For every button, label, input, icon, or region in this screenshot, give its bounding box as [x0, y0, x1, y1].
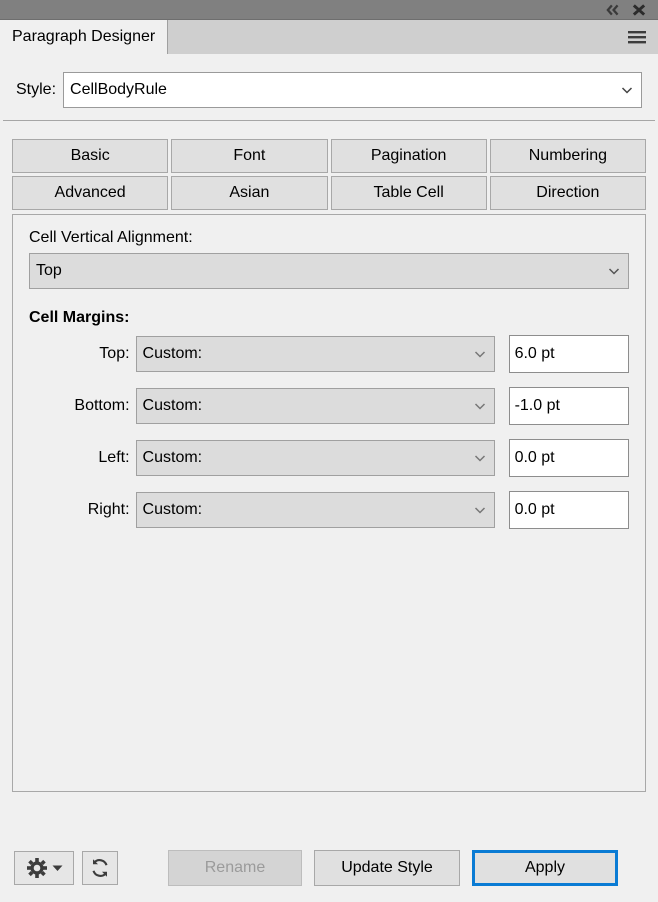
cell-margin-right-label: Right: [87, 501, 130, 518]
cell-margin-top-value: 6.0 pt [514, 345, 555, 362]
tab-table-cell[interactable]: Table Cell [330, 176, 487, 210]
style-row: Style: CellBodyRule [0, 54, 658, 108]
panel-tabbar: Paragraph Designer [0, 20, 658, 54]
tab-numbering[interactable]: Numbering [489, 139, 646, 173]
chevron-down-icon [474, 403, 485, 410]
chevron-down-icon [608, 268, 620, 275]
table-cell-panel: Cell Vertical Alignment: Top Cell Margin… [12, 214, 646, 792]
cell-margin-bottom-label: Bottom: [74, 397, 130, 414]
rename-button: Rename [168, 850, 302, 886]
chevron-down-icon [621, 87, 633, 94]
cell-margin-top-label: Top: [99, 345, 130, 362]
cell-margin-top-combobox[interactable]: Custom: [135, 336, 495, 372]
style-label: Style: [16, 81, 57, 98]
hamburger-menu-icon [628, 31, 646, 44]
cell-margin-bottom-value: -1.0 pt [514, 397, 560, 414]
cell-margin-left-mode: Custom: [142, 449, 203, 466]
tab-advanced[interactable]: Advanced [12, 176, 169, 210]
tab-paragraph-designer-label: Paragraph Designer [12, 28, 156, 45]
tab-asian[interactable]: Asian [171, 176, 328, 210]
cell-margin-row-top: Top: Custom: 6.0 pt [29, 335, 629, 373]
cell-margin-row-bottom: Bottom: Custom: -1.0 pt [29, 387, 629, 425]
cell-margin-left-value: 0.0 pt [514, 449, 555, 466]
cell-margin-right-combobox[interactable]: Custom: [135, 492, 495, 528]
chevron-down-icon [474, 455, 485, 462]
close-icon [632, 3, 646, 16]
cell-vertical-alignment-value: Top [36, 262, 62, 279]
tab-basic-label: Basic [70, 147, 110, 164]
cell-margin-left-input[interactable]: 0.0 pt [508, 439, 629, 477]
apply-button[interactable]: Apply [472, 850, 618, 886]
rename-button-label: Rename [204, 859, 266, 876]
cell-vertical-alignment-label: Cell Vertical Alignment: [29, 229, 193, 246]
tab-numbering-label: Numbering [528, 147, 607, 164]
designer-tab-grid: Basic Font Pagination Numbering Advanced… [12, 139, 646, 210]
style-combobox[interactable]: CellBodyRule [63, 72, 642, 108]
tab-direction[interactable]: Direction [489, 176, 646, 210]
tab-direction-label: Direction [536, 184, 600, 201]
chevron-down-icon [474, 351, 485, 358]
tab-pagination[interactable]: Pagination [330, 139, 487, 173]
panel-menu-button[interactable] [626, 29, 648, 45]
titlebar [0, 0, 658, 20]
cell-margin-bottom-input[interactable]: -1.0 pt [508, 387, 629, 425]
cell-margin-top-input[interactable]: 6.0 pt [508, 335, 629, 373]
cell-margin-row-left: Left: Custom: 0.0 pt [29, 439, 629, 477]
caret-down-icon [52, 865, 62, 871]
cell-margins-title: Cell Margins: [29, 309, 130, 326]
cell-margin-left-label: Left: [98, 449, 130, 466]
close-button[interactable] [626, 1, 652, 19]
cell-margin-row-right: Right: Custom: 0.0 pt [29, 491, 629, 529]
cell-margin-bottom-combobox[interactable]: Custom: [135, 388, 495, 424]
cell-vertical-alignment-combobox[interactable]: Top [29, 253, 629, 289]
chevron-down-icon [474, 507, 485, 514]
cell-margin-right-input[interactable]: 0.0 pt [508, 491, 629, 529]
style-combobox-value: CellBodyRule [70, 81, 167, 98]
bottom-button-bar: Rename Update Style Apply [0, 846, 658, 890]
header-separator [3, 120, 655, 121]
refresh-icon [92, 859, 108, 877]
double-chevron-left-icon [606, 4, 619, 15]
gear-icon [26, 858, 47, 878]
apply-button-label: Apply [524, 859, 566, 876]
tab-font[interactable]: Font [171, 139, 328, 173]
tab-font-label: Font [233, 147, 266, 164]
cell-margin-right-mode: Custom: [142, 501, 203, 518]
cell-margin-top-mode: Custom: [142, 345, 203, 362]
collapse-panel-button[interactable] [600, 1, 626, 19]
tabbar-filler [168, 20, 658, 54]
cell-margin-right-value: 0.0 pt [514, 501, 555, 518]
update-style-button[interactable]: Update Style [314, 850, 460, 886]
cell-margin-left-combobox[interactable]: Custom: [135, 440, 495, 476]
cell-margin-bottom-mode: Custom: [142, 397, 203, 414]
reset-button[interactable] [82, 851, 118, 885]
tab-table-cell-label: Table Cell [373, 184, 444, 201]
tab-advanced-label: Advanced [54, 184, 126, 201]
tab-basic[interactable]: Basic [12, 139, 169, 173]
tab-paragraph-designer[interactable]: Paragraph Designer [0, 20, 169, 54]
settings-menu-button[interactable] [14, 851, 74, 885]
tab-asian-label: Asian [229, 184, 270, 201]
update-style-button-label: Update Style [341, 859, 433, 876]
tab-pagination-label: Pagination [370, 147, 447, 164]
